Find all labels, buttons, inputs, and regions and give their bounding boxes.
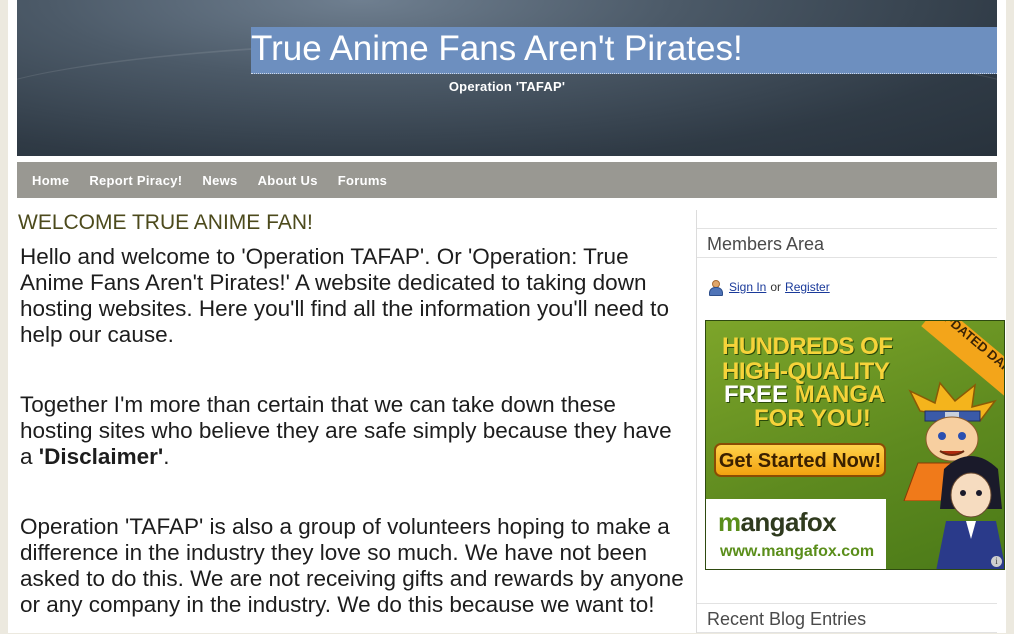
disclaimer-emphasis: 'Disclaimer' bbox=[38, 444, 164, 469]
sign-in-link[interactable]: Sign In bbox=[729, 280, 766, 294]
ad-second-character bbox=[936, 456, 1004, 569]
members-area-title: Members Area bbox=[697, 228, 997, 258]
ad-get-started-button[interactable]: Get Started Now! bbox=[714, 443, 886, 477]
main-content: WELCOME TRUE ANIME FAN! Hello and welcom… bbox=[17, 205, 685, 633]
site-title[interactable]: True Anime Fans Aren't Pirates! bbox=[251, 27, 997, 74]
intro-paragraph: Hello and welcome to 'Operation TAFAP'. … bbox=[20, 244, 669, 347]
nav-forums[interactable]: Forums bbox=[338, 173, 387, 188]
or-text: or bbox=[770, 280, 782, 294]
page-title: WELCOME TRUE ANIME FAN! bbox=[18, 211, 313, 234]
register-link[interactable]: Register bbox=[785, 280, 830, 294]
recent-blog-entries-title: Recent Blog Entries bbox=[697, 603, 997, 633]
main-nav: Home Report Piracy! News About Us Forums bbox=[17, 162, 997, 198]
mangafox-ad-banner[interactable]: HUNDREDS OF HIGH-QUALITY FREE MANGA FOR … bbox=[705, 320, 1005, 570]
paragraph-end: . bbox=[163, 444, 170, 469]
page: True Anime Fans Aren't Pirates! Operatio… bbox=[8, 0, 1006, 633]
ad-headline-4: FOR YOU! bbox=[754, 405, 871, 432]
ad-logo-area: mangafox www.mangafox.com bbox=[706, 499, 886, 569]
nav-about-us[interactable]: About Us bbox=[258, 173, 318, 188]
disclaimer-paragraph: Together I'm more than certain that we c… bbox=[20, 392, 684, 470]
ad-headline-1: HUNDREDS OF bbox=[722, 333, 893, 360]
ad-url: www.mangafox.com bbox=[720, 543, 875, 560]
site-tagline: Operation 'TAFAP' bbox=[448, 79, 566, 94]
volunteers-paragraph: Operation 'TAFAP' is also a group of vol… bbox=[20, 514, 684, 617]
nav-news[interactable]: News bbox=[202, 173, 237, 188]
mangafox-logo: mangafox bbox=[718, 507, 837, 537]
ad-manga-text: MANGA bbox=[794, 381, 886, 408]
nav-report-piracy[interactable]: Report Piracy! bbox=[89, 173, 182, 188]
ad-info-icon[interactable]: i bbox=[991, 556, 1002, 567]
site-header: True Anime Fans Aren't Pirates! Operatio… bbox=[17, 0, 997, 156]
sidebar: Members Area Sign In or Register HUNDRED… bbox=[697, 210, 1005, 633]
ad-free-text: FREE bbox=[724, 381, 789, 408]
nav-home[interactable]: Home bbox=[32, 173, 69, 188]
user-icon bbox=[708, 280, 723, 296]
sign-in-row: Sign In or Register bbox=[708, 280, 830, 296]
